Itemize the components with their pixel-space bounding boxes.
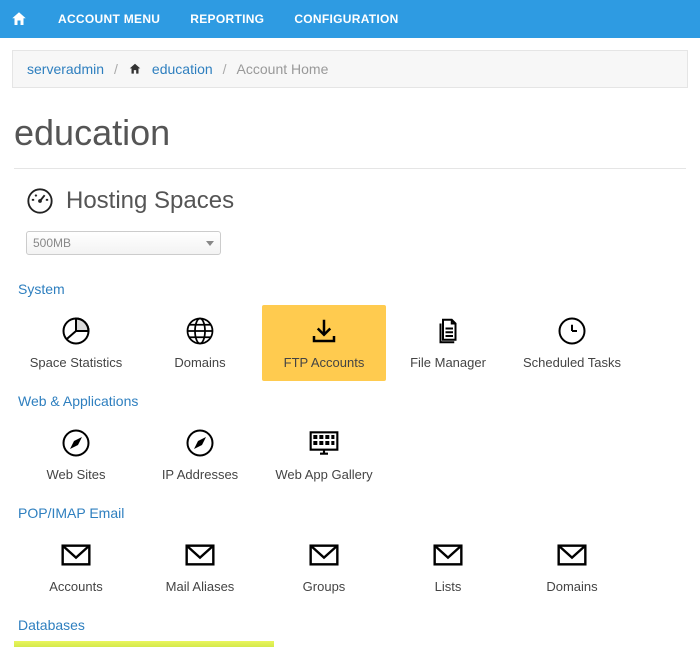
tile-ftp-accounts[interactable]: FTP Accounts <box>262 305 386 381</box>
globe-icon <box>185 316 215 346</box>
tile-label: Space Statistics <box>30 356 123 370</box>
compass-icon <box>185 428 215 458</box>
hosting-space-selected: 500MB <box>33 236 71 250</box>
breadcrumb: serveradmin / education / Account Home <box>12 50 688 88</box>
section-system-label[interactable]: System <box>14 273 686 301</box>
tile-label: FTP Accounts <box>284 356 365 370</box>
nav-configuration[interactable]: CONFIGURATION <box>294 12 398 26</box>
tile-space-statistics[interactable]: Space Statistics <box>14 305 138 381</box>
download-icon <box>309 316 339 346</box>
tile-web-sites[interactable]: Web Sites <box>14 417 138 493</box>
tile-scheduled-tasks[interactable]: Scheduled Tasks <box>510 305 634 381</box>
breadcrumb-sep: / <box>223 61 227 77</box>
mail-icon <box>556 540 588 570</box>
tile-mail-aliases[interactable]: Mail Aliases <box>138 529 262 605</box>
compass-icon <box>61 428 91 458</box>
section-mail-label[interactable]: POP/IMAP Email <box>14 497 686 525</box>
hosting-spaces-header: Hosting Spaces <box>0 169 700 223</box>
breadcrumb-root[interactable]: serveradmin <box>27 61 104 77</box>
section-mail-tiles: Accounts Mail Aliases Groups Lists Domai… <box>14 525 686 609</box>
mail-icon <box>432 540 464 570</box>
section-databases-label[interactable]: Databases <box>14 609 686 637</box>
clock-icon <box>557 316 587 346</box>
hosting-space-select[interactable]: 500MB <box>26 231 221 255</box>
nav-account-menu[interactable]: ACCOUNT MENU <box>58 12 160 26</box>
tile-label: Mail Aliases <box>166 580 235 594</box>
tile-label: Scheduled Tasks <box>523 356 621 370</box>
tile-mail-accounts[interactable]: Accounts <box>14 529 138 605</box>
tile-label: Web App Gallery <box>275 468 372 482</box>
breadcrumb-sep: / <box>114 61 118 77</box>
tile-label: Accounts <box>49 580 102 594</box>
gauge-icon <box>26 187 54 215</box>
breadcrumb-current: Account Home <box>237 61 329 77</box>
tile-domains[interactable]: Domains <box>138 305 262 381</box>
nav-reporting[interactable]: REPORTING <box>190 12 264 26</box>
mail-icon <box>60 540 92 570</box>
tile-label: Web Sites <box>46 468 105 482</box>
tile-file-manager[interactable]: File Manager <box>386 305 510 381</box>
page-title: education <box>0 88 700 168</box>
top-nav: ACCOUNT MENU REPORTING CONFIGURATION <box>0 0 700 38</box>
mail-icon <box>308 540 340 570</box>
tile-ip-addresses[interactable]: IP Addresses <box>138 417 262 493</box>
tile-label: Groups <box>303 580 346 594</box>
tile-mail-domains[interactable]: Domains <box>510 529 634 605</box>
tile-mail-groups[interactable]: Groups <box>262 529 386 605</box>
pie-icon <box>61 316 91 346</box>
tile-label: Domains <box>174 356 225 370</box>
mail-icon <box>184 540 216 570</box>
chevron-down-icon <box>206 241 214 246</box>
section-system-tiles: Space Statistics Domains FT <box>14 301 686 385</box>
hosting-spaces-label: Hosting Spaces <box>66 187 234 215</box>
tile-label: File Manager <box>410 356 486 370</box>
bottom-highlight <box>14 641 274 647</box>
tile-label: IP Addresses <box>162 468 238 482</box>
tile-label: Domains <box>546 580 597 594</box>
files-icon <box>433 316 463 346</box>
content: System Space Statistics <box>0 263 700 637</box>
tile-web-app-gallery[interactable]: Web App Gallery <box>262 417 386 493</box>
section-web-label[interactable]: Web & Applications <box>14 385 686 413</box>
home-icon[interactable] <box>10 10 28 28</box>
breadcrumb-home-icon[interactable] <box>128 61 142 77</box>
tile-mail-lists[interactable]: Lists <box>386 529 510 605</box>
tile-label: Lists <box>435 580 462 594</box>
monitor-icon <box>308 428 340 458</box>
breadcrumb-mid[interactable]: education <box>152 61 213 77</box>
section-web-tiles: Web Sites IP Addresses <box>14 413 686 497</box>
